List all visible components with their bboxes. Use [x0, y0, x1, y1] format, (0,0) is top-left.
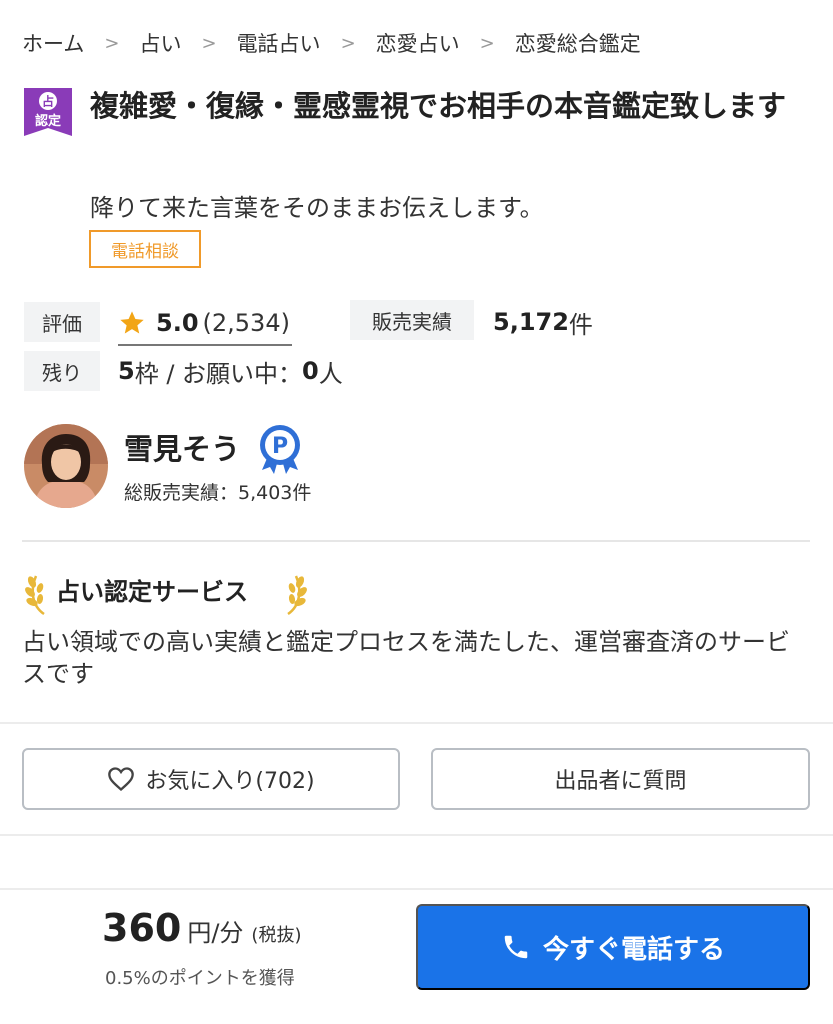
- divider: [0, 722, 833, 724]
- breadcrumb-separator: >: [104, 32, 120, 54]
- breadcrumb-fortune[interactable]: 占い: [139, 28, 181, 58]
- breadcrumb-love-fortune[interactable]: 恋愛占い: [376, 28, 460, 58]
- price: 360 円/分 (税抜): [102, 906, 301, 950]
- call-now-label: 今すぐ電話する: [542, 933, 725, 964]
- divider: [0, 888, 833, 890]
- seller-avatar[interactable]: [24, 424, 108, 508]
- remaining-slots-unit: 枠: [134, 359, 159, 388]
- laurel-right-icon: [287, 575, 307, 616]
- breadcrumb-separator: >: [479, 32, 495, 54]
- rating-score: 5.0: [156, 309, 199, 337]
- certified-badge-icon: 占 認定: [24, 88, 72, 136]
- breadcrumb-separator: >: [201, 32, 217, 54]
- breadcrumb-love-general[interactable]: 恋愛総合鑑定: [515, 28, 641, 58]
- seller-total-sales: 総販売実績：5,403件: [124, 482, 312, 504]
- remaining-separator: / お願い中：: [158, 359, 303, 388]
- heart-icon: [108, 767, 135, 792]
- rating-count: (2,534): [202, 309, 290, 337]
- page-title: 複雑愛・復縁・霊感霊視でお相手の本音鑑定致します: [90, 89, 787, 123]
- remaining-value: 5枠 / お願い中： 0 人: [118, 351, 343, 391]
- call-now-button[interactable]: 今すぐ電話する: [416, 904, 810, 990]
- price-unit: 円/分: [187, 919, 244, 947]
- phone-icon: [504, 935, 528, 959]
- divider: [22, 540, 810, 542]
- sales-value: 5,172 件: [493, 302, 593, 342]
- certification-title: 占い認定サービス: [56, 577, 248, 606]
- breadcrumb: ホーム > 占い > 電話占い > 恋愛占い > 恋愛総合鑑定: [22, 28, 641, 58]
- star-icon: [120, 311, 144, 334]
- breadcrumb-home[interactable]: ホーム: [22, 28, 84, 58]
- category-tag: 電話相談: [89, 230, 201, 268]
- service-subtitle: 降りて来た言葉をそのままお伝えします。: [90, 194, 544, 222]
- sales-unit: 件: [568, 310, 593, 339]
- svg-text:占: 占: [42, 94, 54, 109]
- avatar-photo: [24, 424, 108, 508]
- rating-label: 評価: [24, 302, 100, 342]
- svg-text:認定: 認定: [35, 113, 61, 129]
- requests-unit: 人: [318, 359, 343, 388]
- certification-description: 占い領域での高い実績と鑑定プロセスを満たした、運営審査済のサービスです: [22, 628, 790, 688]
- seller-name[interactable]: 雪見そう: [124, 426, 240, 468]
- rating-link[interactable]: 5.0 (2,534): [118, 302, 292, 346]
- remaining-label: 残り: [24, 351, 100, 391]
- sales-count: 5,172: [493, 308, 569, 336]
- price-tax-note: (税抜): [251, 925, 302, 946]
- breadcrumb-phone-fortune[interactable]: 電話占い: [237, 28, 321, 58]
- requests-count: 0: [302, 357, 319, 385]
- breadcrumb-separator: >: [340, 32, 356, 54]
- price-value: 360: [102, 906, 182, 950]
- favorite-label: お気に入り(702): [145, 769, 315, 794]
- points-note: 0.5%のポイントを獲得: [105, 968, 295, 989]
- favorite-button[interactable]: お気に入り(702): [22, 748, 400, 810]
- pro-badge-icon: P: [260, 425, 300, 474]
- sales-label: 販売実績: [350, 300, 474, 340]
- remaining-slots: 5: [118, 357, 135, 385]
- divider: [0, 834, 833, 836]
- ask-seller-label: 出品者に質問: [554, 769, 687, 794]
- svg-text:P: P: [272, 434, 288, 459]
- laurel-left-icon: [25, 575, 45, 616]
- ask-seller-button[interactable]: 出品者に質問: [431, 748, 810, 810]
